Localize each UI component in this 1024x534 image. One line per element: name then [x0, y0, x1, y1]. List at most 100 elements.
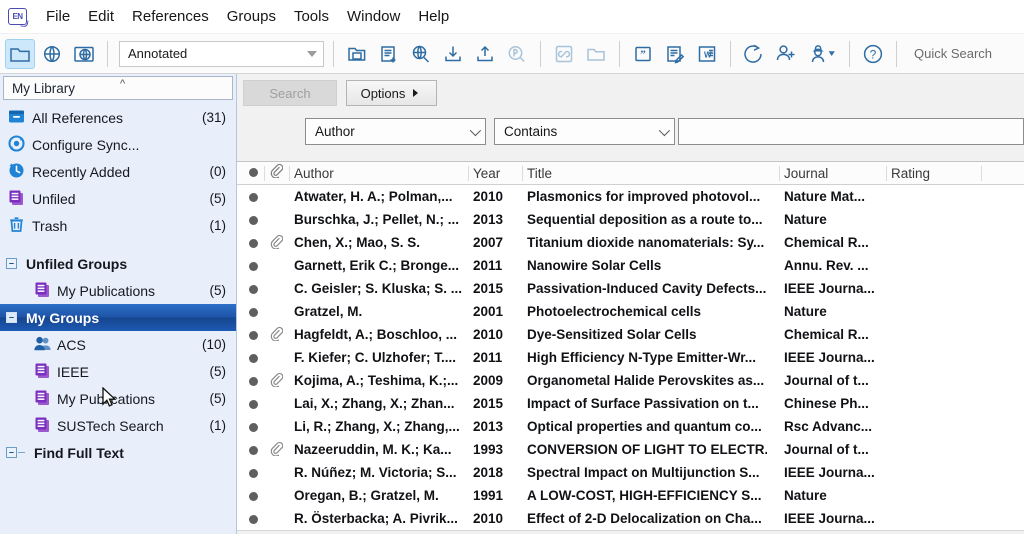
help-icon[interactable]: ?: [858, 39, 888, 69]
attachment-icon[interactable]: [267, 441, 285, 459]
read-status-dot[interactable]: [245, 373, 261, 388]
table-row[interactable]: Hagfeldt, A.; Boschloo, ...2010Dye-Sensi…: [237, 323, 1024, 346]
menu-groups[interactable]: Groups: [218, 5, 285, 28]
sidebar-item-acs[interactable]: ACS (10): [0, 331, 236, 358]
menu-tools[interactable]: Tools: [285, 5, 338, 28]
collapse-expander-icon[interactable]: –: [6, 447, 17, 458]
cell-year: 2013: [473, 419, 518, 434]
sidebar-label: Recently Added: [32, 164, 130, 180]
menu-window[interactable]: Window: [338, 5, 409, 28]
read-status-dot[interactable]: [245, 488, 261, 503]
author-column-header[interactable]: Author: [294, 166, 470, 181]
attachment-column-header[interactable]: [267, 163, 285, 183]
read-status-dot[interactable]: [245, 442, 261, 457]
table-row[interactable]: Nazeeruddin, M. K.; Ka...1993CONVERSION …: [237, 438, 1024, 461]
table-row[interactable]: R. Núñez; M. Victoria; S...2018Spectral …: [237, 461, 1024, 484]
table-row[interactable]: Burschka, J.; Pellet, N.; ...2013Sequent…: [237, 208, 1024, 231]
sidebar-item-recently-added[interactable]: Recently Added (0): [0, 158, 236, 185]
word-export-icon[interactable]: W: [692, 39, 722, 69]
sidebar-item-unfiled[interactable]: Unfiled (5): [0, 185, 236, 212]
activity-feed-icon[interactable]: [803, 39, 841, 69]
table-row[interactable]: F. Kiefer; C. Ulzhofer; T....2011High Ef…: [237, 346, 1024, 369]
table-row[interactable]: Chen, X.; Mao, S. S.2007Titanium dioxide…: [237, 231, 1024, 254]
table-row[interactable]: C. Geisler; S. Kluska; S. ...2015Passiva…: [237, 277, 1024, 300]
collapse-expander-icon[interactable]: –: [6, 258, 17, 269]
cell-year: 1993: [473, 442, 518, 457]
sidebar-label: ACS: [57, 337, 86, 353]
format-bibliography-icon[interactable]: [660, 39, 690, 69]
collapse-chevron-icon[interactable]: ^: [120, 78, 125, 90]
read-status-dot[interactable]: [245, 327, 261, 342]
table-row[interactable]: R. Österbacka; A. Pivrik...2010Effect of…: [237, 507, 1024, 530]
quick-search-label[interactable]: Quick Search: [914, 46, 992, 61]
share-library-icon[interactable]: [771, 39, 801, 69]
new-reference-icon[interactable]: [374, 39, 404, 69]
sidebar-count: (31): [202, 110, 226, 125]
table-row[interactable]: Li, R.; Zhang, X.; Zhang,...2013Optical …: [237, 415, 1024, 438]
cell-year: 2011: [473, 258, 518, 273]
search-field-dropdown[interactable]: Author: [305, 118, 486, 145]
read-status-dot[interactable]: [245, 212, 261, 227]
options-button[interactable]: Options: [346, 80, 437, 106]
open-file-folder-icon[interactable]: [581, 39, 611, 69]
table-bottom-edge: [237, 530, 1024, 534]
read-status-dot[interactable]: [245, 281, 261, 296]
read-status-dot[interactable]: [245, 465, 261, 480]
read-status-dot[interactable]: [245, 235, 261, 250]
sidebar-item-my-publications-unfiled[interactable]: My Publications (5): [0, 277, 236, 304]
search-term-input[interactable]: [678, 118, 1024, 145]
menu-file[interactable]: File: [37, 5, 79, 28]
title-column-header[interactable]: Title: [527, 166, 767, 181]
table-row[interactable]: Lai, X.; Zhang, X.; Zhan...2015Impact of…: [237, 392, 1024, 415]
sync-icon[interactable]: [739, 39, 769, 69]
copy-references-icon[interactable]: [342, 39, 372, 69]
local-library-icon[interactable]: [5, 39, 35, 69]
sidebar-item-trash[interactable]: Trash (1): [0, 212, 236, 239]
rating-column-header[interactable]: Rating: [891, 166, 981, 181]
table-row[interactable]: Garnett, Erik C.; Bronge...2011Nanowire …: [237, 254, 1024, 277]
table-row[interactable]: Gratzel, M.2001Photoelectrochemical cell…: [237, 300, 1024, 323]
integrated-library-icon[interactable]: [69, 39, 99, 69]
sidebar-item-ieee[interactable]: IEEE (5): [0, 358, 236, 385]
sidebar-item-sustech-search[interactable]: SUSTech Search (1): [0, 412, 236, 439]
attachment-icon[interactable]: [267, 326, 285, 344]
sidebar-item-all-references[interactable]: All References (31): [0, 104, 236, 131]
sidebar-item-configure-sync[interactable]: Configure Sync...: [0, 131, 236, 158]
read-status-column-header[interactable]: [245, 164, 261, 182]
read-status-dot[interactable]: [245, 350, 261, 365]
menu-references[interactable]: References: [123, 5, 218, 28]
menu-help[interactable]: Help: [409, 5, 458, 28]
output-style-dropdown[interactable]: Annotated: [119, 41, 324, 67]
journal-column-header[interactable]: Journal: [784, 166, 884, 181]
find-full-text-pdf-icon[interactable]: [502, 39, 532, 69]
menu-edit[interactable]: Edit: [79, 5, 123, 28]
import-download-icon[interactable]: [438, 39, 468, 69]
sidebar-item-my-publications[interactable]: My Publications (5): [0, 385, 236, 412]
read-status-dot[interactable]: [245, 396, 261, 411]
read-status-dot[interactable]: [245, 258, 261, 273]
sidebar-group-unfiled-groups[interactable]: – Unfiled Groups: [0, 250, 236, 277]
search-operator-dropdown[interactable]: Contains: [494, 118, 675, 145]
attachment-icon[interactable]: [267, 234, 285, 252]
groups-sidebar: My Library ^ All References (31): [0, 74, 237, 534]
table-row[interactable]: Oregan, B.; Gratzel, M.1991A LOW-COST, H…: [237, 484, 1024, 507]
search-button[interactable]: Search: [243, 80, 337, 106]
cell-journal: IEEE Journa...: [784, 511, 884, 526]
online-search-icon[interactable]: [37, 39, 67, 69]
online-search-find-icon[interactable]: [406, 39, 436, 69]
read-status-dot[interactable]: [245, 419, 261, 434]
sidebar-group-my-groups[interactable]: – My Groups: [0, 304, 236, 331]
my-library-tab[interactable]: My Library ^: [3, 76, 233, 100]
export-upload-icon[interactable]: [470, 39, 500, 69]
table-row[interactable]: Atwater, H. A.; Polman,...2010Plasmonics…: [237, 185, 1024, 208]
collapse-expander-icon[interactable]: –: [6, 312, 17, 323]
table-row[interactable]: Kojima, A.; Teshima, K.;...2009Organomet…: [237, 369, 1024, 392]
read-status-dot[interactable]: [245, 511, 261, 526]
attachment-icon[interactable]: [267, 372, 285, 390]
insert-citation-icon[interactable]: ”: [628, 39, 658, 69]
year-column-header[interactable]: Year: [473, 166, 518, 181]
sidebar-group-find-full-text[interactable]: – Find Full Text: [0, 439, 236, 466]
read-status-dot[interactable]: [245, 189, 261, 204]
open-url-link-icon[interactable]: [549, 39, 579, 69]
read-status-dot[interactable]: [245, 304, 261, 319]
